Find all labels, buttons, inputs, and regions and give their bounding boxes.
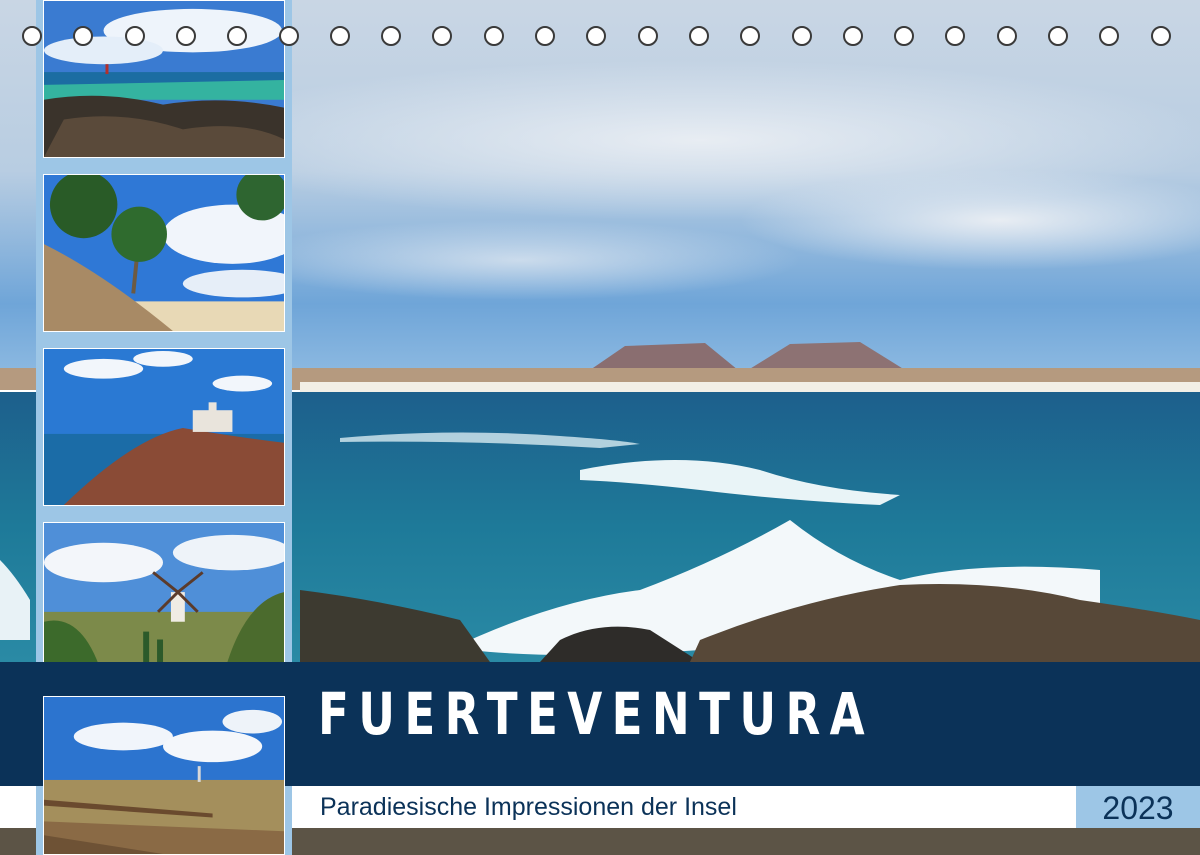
subtitle-band-left: [0, 786, 36, 828]
thumbnail-lighthouse-lagoon: [43, 0, 285, 158]
binding-hole: [73, 26, 94, 46]
binding-hole: [1150, 26, 1171, 46]
binding-hole: [483, 26, 504, 46]
binding-hole: [586, 26, 607, 46]
calendar-cover: FUERTEVENTURA Paradiesische Impressionen…: [0, 0, 1200, 855]
thumbnail-palm-trees-beach: [43, 174, 285, 332]
binding-hole: [432, 26, 453, 46]
binding-hole: [329, 26, 350, 46]
binding-hole: [842, 26, 863, 46]
binding-hole: [278, 26, 299, 46]
binding-hole: [124, 26, 145, 46]
binding-holes: [22, 26, 1182, 50]
binding-hole: [740, 26, 761, 46]
binding-hole: [894, 26, 915, 46]
binding-hole: [175, 26, 196, 46]
binding-hole: [1099, 26, 1120, 46]
calendar-title: FUERTEVENTURA: [318, 680, 875, 748]
binding-hole: [688, 26, 709, 46]
thumbnail-boardwalk-dunes-front: [43, 696, 285, 855]
binding-hole: [227, 26, 248, 46]
binding-hole: [381, 26, 402, 46]
binding-hole: [945, 26, 966, 46]
binding-hole: [791, 26, 812, 46]
binding-hole: [535, 26, 555, 46]
binding-hole: [996, 26, 1017, 46]
thumbnail-windmill-cactus: [43, 522, 285, 680]
binding-hole: [22, 26, 42, 46]
binding-hole: [1048, 26, 1068, 46]
binding-hole: [637, 26, 658, 46]
thumbnail-castle-cliff-coast: [43, 348, 285, 506]
calendar-subtitle: Paradiesische Impressionen der Insel: [320, 793, 737, 821]
calendar-year: 2023: [1102, 790, 1174, 826]
